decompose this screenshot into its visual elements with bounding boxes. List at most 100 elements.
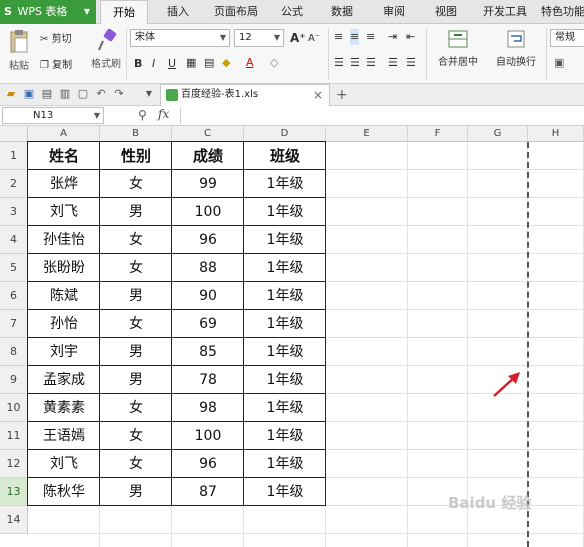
row-header-14[interactable]: 14 (0, 506, 28, 534)
header-cell[interactable]: 班级 (244, 142, 326, 170)
table-cell[interactable]: 陈秋华 (28, 478, 100, 506)
table-cell[interactable]: 1年级 (244, 422, 326, 450)
column-header-a[interactable]: A (28, 126, 100, 142)
table-cell[interactable]: 98 (172, 394, 244, 422)
fill-color-button[interactable]: ◆ (222, 55, 230, 71)
row-header-10[interactable]: 10 (0, 394, 28, 422)
row-header-3[interactable]: 3 (0, 198, 28, 226)
tab-formulas[interactable]: 公式 (272, 0, 312, 24)
table-cell[interactable]: 90 (172, 282, 244, 310)
column-header-e[interactable]: E (326, 126, 408, 142)
number-format-select[interactable]: 常规 (550, 29, 584, 47)
table-cell[interactable]: 99 (172, 170, 244, 198)
row-header-9[interactable]: 9 (0, 366, 28, 394)
row-header-13[interactable]: 13 (0, 478, 28, 506)
table-cell[interactable]: 78 (172, 366, 244, 394)
table-cell[interactable]: 1年级 (244, 394, 326, 422)
align-bottom-button[interactable]: ≡ (366, 29, 375, 45)
row-header-12[interactable]: 12 (0, 450, 28, 478)
table-cell[interactable]: 陈斌 (28, 282, 100, 310)
tab-features[interactable]: 特色功能 (538, 0, 584, 24)
column-header-d[interactable]: D (244, 126, 326, 142)
justify-button[interactable]: ☰ (388, 55, 398, 71)
chevron-down-icon[interactable]: ▼ (142, 87, 156, 101)
table-cell[interactable]: 1年级 (244, 366, 326, 394)
table-cell[interactable]: 96 (172, 226, 244, 254)
shrink-font-button[interactable]: A⁻ (308, 31, 320, 47)
insert-function-button[interactable]: fx (158, 107, 169, 121)
font-size-select[interactable]: 12 ▼ (234, 29, 284, 47)
bold-button[interactable]: B (134, 56, 142, 72)
undo-icon[interactable]: ↶ (94, 87, 108, 101)
column-header-h[interactable]: H (528, 126, 584, 142)
save-icon[interactable]: ▣ (22, 87, 36, 101)
table-cell[interactable]: 87 (172, 478, 244, 506)
table-cell[interactable]: 1年级 (244, 450, 326, 478)
select-all-corner[interactable] (0, 126, 28, 142)
tab-review[interactable]: 审阅 (374, 0, 414, 24)
open-folder-icon[interactable]: ▰ (4, 87, 18, 101)
table-cell[interactable]: 黄素素 (28, 394, 100, 422)
cut-button[interactable]: ✂ 剪切 (40, 30, 72, 45)
grow-font-button[interactable]: A⁺ (290, 30, 306, 46)
table-cell[interactable]: 女 (100, 450, 172, 478)
print-preview-icon[interactable]: ▤ (40, 87, 54, 101)
italic-button[interactable]: I (152, 56, 155, 72)
table-cell[interactable]: 85 (172, 338, 244, 366)
underline-button[interactable]: U (168, 56, 176, 72)
align-top-button[interactable]: ≡ (334, 29, 343, 45)
indent-button[interactable]: ⇥ (388, 29, 397, 45)
table-cell[interactable]: 69 (172, 310, 244, 338)
table-cell[interactable]: 张烨 (28, 170, 100, 198)
row-header-5[interactable]: 5 (0, 254, 28, 282)
merge-style-button[interactable]: ▤ (204, 55, 214, 71)
align-middle-button[interactable]: ≡ (350, 29, 360, 45)
table-cell[interactable]: 1年级 (244, 254, 326, 282)
align-center-button[interactable]: ☰ (350, 55, 360, 71)
table-cell[interactable]: 88 (172, 254, 244, 282)
table-cell[interactable]: 100 (172, 422, 244, 450)
table-cell[interactable]: 1年级 (244, 170, 326, 198)
table-cell[interactable]: 96 (172, 450, 244, 478)
tab-view[interactable]: 视图 (426, 0, 466, 24)
table-cell[interactable]: 孙佳怡 (28, 226, 100, 254)
row-header-2[interactable]: 2 (0, 170, 28, 198)
table-cell[interactable]: 男 (100, 198, 172, 226)
header-cell[interactable]: 姓名 (28, 142, 100, 170)
table-cell[interactable]: 刘飞 (28, 450, 100, 478)
formula-input[interactable] (180, 107, 584, 124)
header-cell[interactable]: 性别 (100, 142, 172, 170)
format-painter-button[interactable]: 格式刷 (88, 28, 124, 70)
align-right-button[interactable]: ☰ (366, 55, 376, 71)
outdent-button[interactable]: ⇤ (406, 29, 415, 45)
tab-insert[interactable]: 插入 (158, 0, 198, 24)
zoom-icon[interactable]: ⚲ (138, 108, 147, 122)
borders-button[interactable]: ▦ (186, 55, 196, 71)
table-cell[interactable]: 孙怡 (28, 310, 100, 338)
table-cell[interactable]: 刘飞 (28, 198, 100, 226)
table-cell[interactable]: 男 (100, 366, 172, 394)
table-cell[interactable]: 100 (172, 198, 244, 226)
distribute-button[interactable]: ☰ (406, 55, 416, 71)
tab-developer[interactable]: 开发工具 (476, 0, 534, 24)
export-pdf-icon[interactable]: ▢ (76, 87, 90, 101)
table-cell[interactable]: 男 (100, 282, 172, 310)
column-header-c[interactable]: C (172, 126, 244, 142)
table-cell[interactable]: 女 (100, 394, 172, 422)
column-header-b[interactable]: B (100, 126, 172, 142)
copy-button[interactable]: ❐ 复制 (40, 56, 72, 71)
table-cell[interactable]: 女 (100, 226, 172, 254)
name-box[interactable]: N13 ▼ (2, 107, 104, 124)
print-icon[interactable]: ▥ (58, 87, 72, 101)
font-name-select[interactable]: 宋体 ▼ (130, 29, 230, 47)
clear-format-button[interactable]: ◇ (270, 55, 278, 71)
table-cell[interactable]: 女 (100, 310, 172, 338)
tab-home[interactable]: 开始 (100, 0, 148, 24)
auto-wrap-button[interactable]: 自动换行 (490, 28, 542, 68)
table-cell[interactable]: 孟家成 (28, 366, 100, 394)
new-tab-button[interactable]: + (336, 84, 348, 106)
row-header-8[interactable]: 8 (0, 338, 28, 366)
tab-page-layout[interactable]: 页面布局 (206, 0, 266, 24)
redo-icon[interactable]: ↷ (112, 87, 126, 101)
row-header-6[interactable]: 6 (0, 282, 28, 310)
